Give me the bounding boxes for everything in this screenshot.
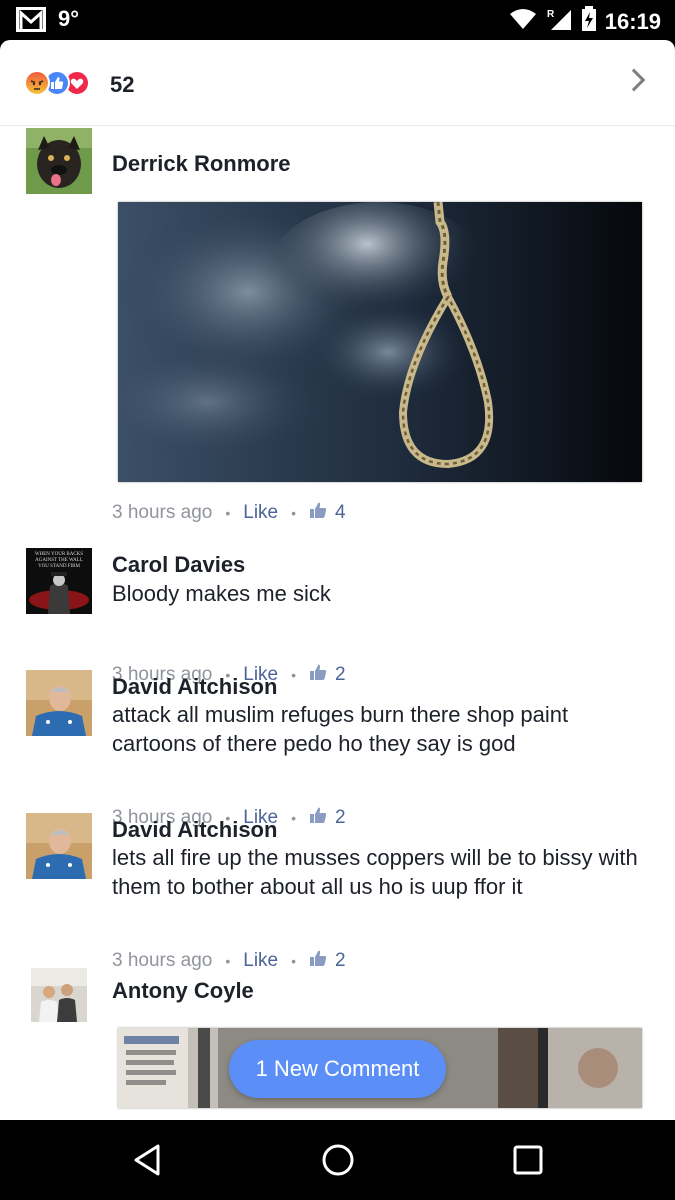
chevron-right-icon[interactable] [622, 68, 646, 92]
svg-text:WHEN YOUR BACKS: WHEN YOUR BACKS [35, 552, 83, 557]
comment-text: lets all fire up the musses coppers will… [112, 845, 638, 899]
comment-text: Bloody makes me sick [112, 581, 331, 606]
comment-meta: 3 hours ago • Like • 4 [112, 501, 346, 525]
thumbs-up-icon [309, 501, 327, 525]
angry-reaction-icon [24, 70, 50, 96]
separator-dot: • [225, 953, 231, 969]
comment-author[interactable]: Derrick Ronmore [112, 151, 291, 177]
navigation-bar [0, 1120, 675, 1200]
avatar[interactable]: WHEN YOUR BACKS AGAINST THE WALL YOU STA… [26, 548, 92, 614]
signal-roaming-icon: R [545, 7, 573, 36]
separator-dot: • [291, 505, 297, 521]
clock: 16:19 [604, 8, 661, 34]
comment-item: Derrick Ronmore 3 hours ago • Like • 4 [0, 128, 675, 528]
back-nav-button[interactable] [128, 1140, 168, 1180]
comment-item: David Aitchison attack all muslim refuge… [0, 670, 675, 828]
home-nav-button[interactable] [318, 1140, 358, 1180]
recents-nav-button[interactable] [508, 1140, 548, 1180]
status-bar: 9° R 16:19 [0, 0, 675, 40]
avatar[interactable] [26, 813, 92, 879]
comment-timestamp: 3 hours ago [112, 502, 213, 523]
new-comment-button[interactable]: 1 New Comment [229, 1040, 446, 1098]
comment-item: David Aitchison lets all fire up the mus… [0, 813, 675, 971]
comment-text: attack all muslim refuges burn there sho… [112, 702, 569, 756]
avatar[interactable] [26, 670, 92, 736]
reaction-icons [24, 70, 90, 96]
comment-author[interactable]: David Aitchison [112, 817, 277, 843]
svg-text:YOU STAND FIRM: YOU STAND FIRM [38, 564, 80, 569]
separator-dot: • [291, 953, 297, 969]
svg-text:AGAINST THE WALL: AGAINST THE WALL [35, 558, 83, 563]
comment-author[interactable]: Antony Coyle [112, 978, 254, 1004]
avatar[interactable] [26, 128, 92, 194]
svg-text:R: R [547, 9, 555, 20]
temperature-label: 9° [58, 6, 80, 31]
like-button[interactable]: Like [243, 502, 278, 524]
battery-charging-icon [581, 6, 597, 37]
reactions-bar[interactable]: 52 [0, 40, 675, 126]
separator-dot: • [225, 505, 231, 521]
comment-item: WHEN YOUR BACKS AGAINST THE WALL YOU STA… [0, 548, 675, 685]
reaction-count: 52 [110, 72, 135, 97]
avatar[interactable] [31, 968, 87, 1022]
gmail-icon [16, 7, 46, 37]
comment-author[interactable]: David Aitchison [112, 674, 277, 700]
noose-photo[interactable] [118, 202, 642, 482]
comment-author[interactable]: Carol Davies [112, 552, 245, 578]
wifi-icon [509, 8, 537, 35]
comments-sheet: 52 Derrick Ronmore 3 hours ago • Like • … [0, 40, 675, 1120]
like-count: 4 [335, 502, 346, 523]
